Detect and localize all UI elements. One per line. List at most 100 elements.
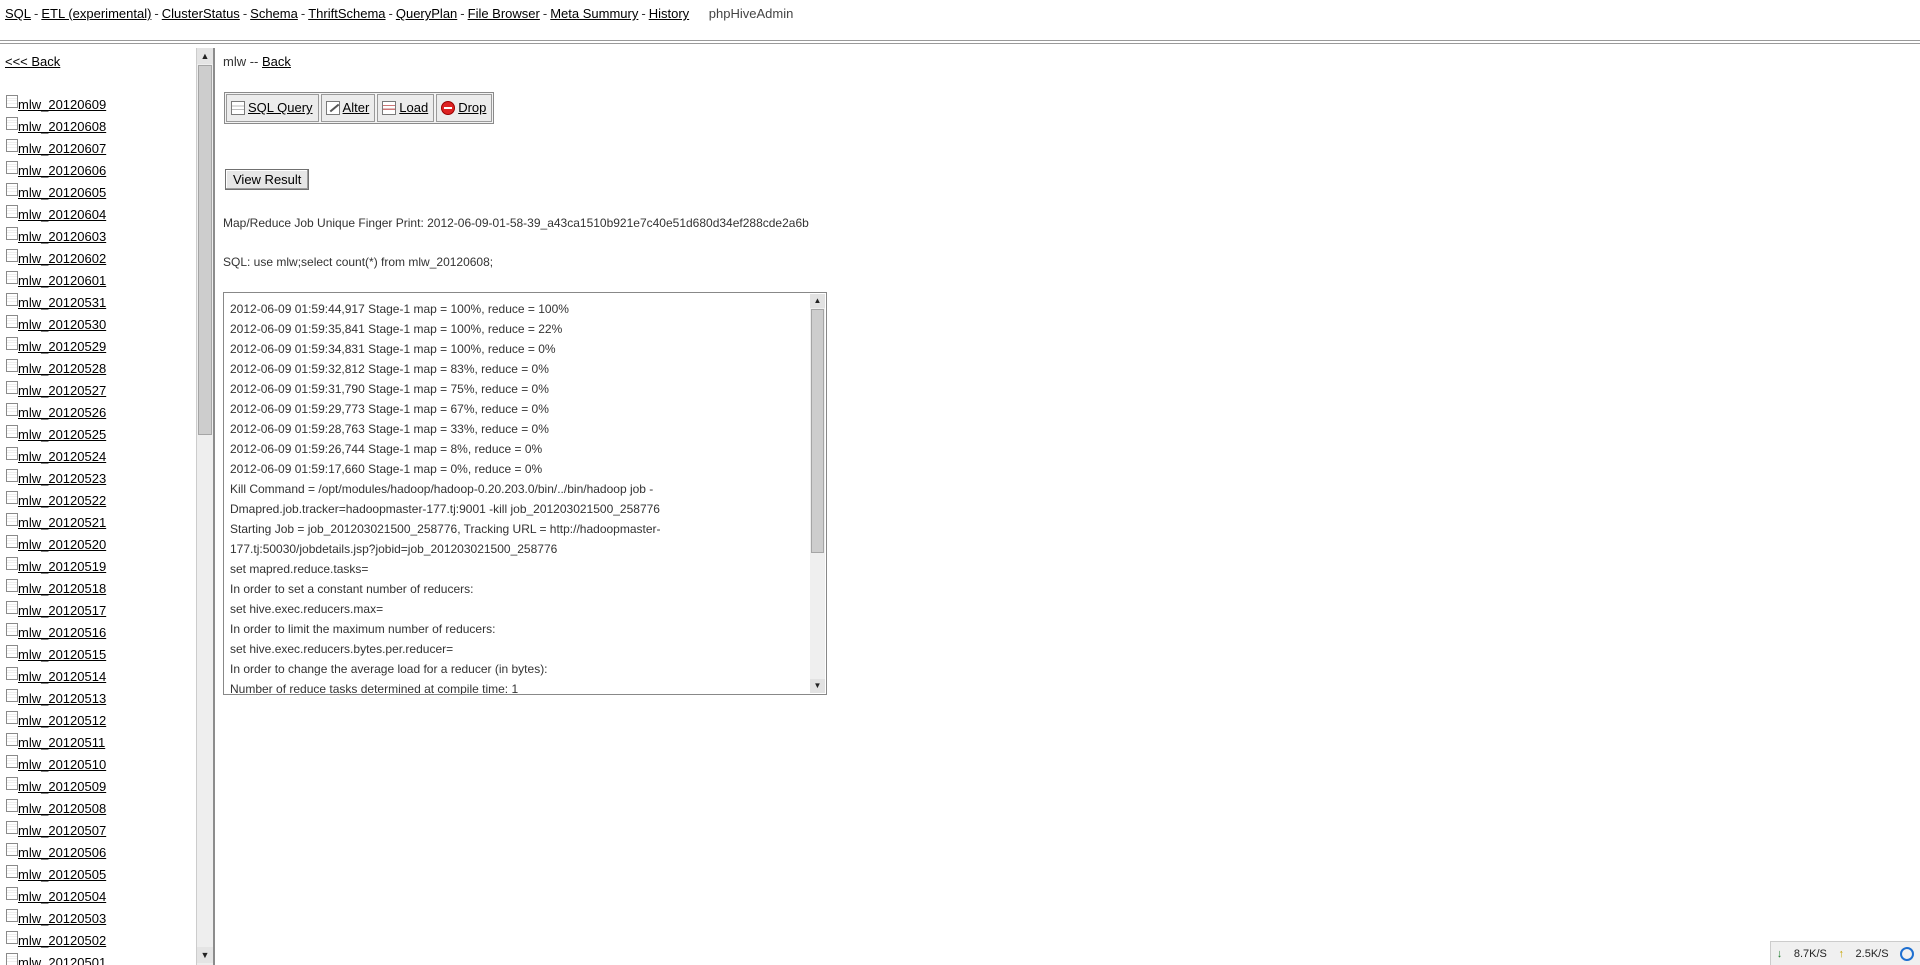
log-line: 2012-06-09 01:59:32,812 Stage-1 map = 83… <box>230 362 549 376</box>
log-scrollbar[interactable]: ▲ ▼ <box>810 294 825 693</box>
sidebar-scrollbar[interactable]: ▲ ▼ <box>196 48 213 965</box>
table-link[interactable]: mlw_20120529 <box>18 339 106 354</box>
nav-link-etl[interactable]: ETL (experimental) <box>41 6 151 21</box>
table-link[interactable]: mlw_20120526 <box>18 405 106 420</box>
table-link[interactable]: mlw_20120505 <box>18 867 106 882</box>
table-icon <box>6 425 18 438</box>
table-link[interactable]: mlw_20120605 <box>18 185 106 200</box>
table-list-item: mlw_20120515 <box>6 644 106 666</box>
breadcrumb: mlw -- Back <box>223 54 291 69</box>
table-link[interactable]: mlw_20120512 <box>18 713 106 728</box>
table-list-item: mlw_20120608 <box>6 116 106 138</box>
table-list-item: mlw_20120607 <box>6 138 106 160</box>
breadcrumb-back-link[interactable]: Back <box>262 54 291 69</box>
nav-link-cluster-status[interactable]: ClusterStatus <box>162 6 240 21</box>
table-link[interactable]: mlw_20120607 <box>18 141 106 156</box>
table-link[interactable]: mlw_20120502 <box>18 933 106 948</box>
table-link[interactable]: mlw_20120507 <box>18 823 106 838</box>
drop-button[interactable]: Drop <box>436 94 493 122</box>
table-link[interactable]: mlw_20120522 <box>18 493 106 508</box>
scroll-up-arrow-icon[interactable]: ▲ <box>810 294 825 308</box>
table-link[interactable]: mlw_20120501 <box>18 955 106 965</box>
scrollbar-thumb[interactable] <box>198 65 212 435</box>
drop-link[interactable]: Drop <box>458 95 486 121</box>
sidebar-back-link[interactable]: <<< Back <box>5 54 60 69</box>
table-link[interactable]: mlw_20120525 <box>18 427 106 442</box>
table-link[interactable]: mlw_20120531 <box>18 295 106 310</box>
scroll-up-arrow-icon[interactable]: ▲ <box>197 48 213 64</box>
table-link[interactable]: mlw_20120604 <box>18 207 106 222</box>
log-line: set hive.exec.reducers.bytes.per.reducer… <box>230 642 454 656</box>
table-link[interactable]: mlw_20120503 <box>18 911 106 926</box>
table-link[interactable]: mlw_20120603 <box>18 229 106 244</box>
table-link[interactable]: mlw_20120527 <box>18 383 106 398</box>
table-icon <box>6 667 18 680</box>
table-link[interactable]: mlw_20120509 <box>18 779 106 794</box>
download-arrow-icon: ↓ <box>1776 947 1783 960</box>
table-list-item: mlw_20120609 <box>6 94 106 116</box>
table-link[interactable]: mlw_20120508 <box>18 801 106 816</box>
nav-link-schema[interactable]: Schema <box>250 6 298 21</box>
table-link[interactable]: mlw_20120601 <box>18 273 106 288</box>
sql-query-link[interactable]: SQL Query <box>248 95 313 121</box>
table-link[interactable]: mlw_20120519 <box>18 559 106 574</box>
load-button[interactable]: Load <box>377 94 435 122</box>
table-link[interactable]: mlw_20120523 <box>18 471 106 486</box>
table-link[interactable]: mlw_20120608 <box>18 119 106 134</box>
sql-query-button[interactable]: SQL Query <box>226 94 319 122</box>
nav-link-file-browser[interactable]: File Browser <box>468 6 540 21</box>
stop-icon <box>441 101 456 115</box>
table-link[interactable]: mlw_20120524 <box>18 449 106 464</box>
table-link[interactable]: mlw_20120530 <box>18 317 106 332</box>
table-link[interactable]: mlw_20120517 <box>18 603 106 618</box>
table-link[interactable]: mlw_20120528 <box>18 361 106 376</box>
nav-link-thrift-schema[interactable]: ThriftSchema <box>308 6 385 21</box>
table-icon <box>6 403 18 416</box>
table-icon <box>6 843 18 856</box>
table-link[interactable]: mlw_20120510 <box>18 757 106 772</box>
table-list-item: mlw_20120517 <box>6 600 106 622</box>
table-list-item: mlw_20120524 <box>6 446 106 468</box>
load-link[interactable]: Load <box>399 95 428 121</box>
table-link[interactable]: mlw_20120515 <box>18 647 106 662</box>
table-link[interactable]: mlw_20120520 <box>18 537 106 552</box>
table-link[interactable]: mlw_20120516 <box>18 625 106 640</box>
sql-statement: SQL: use mlw;select count(*) from mlw_20… <box>223 255 494 269</box>
table-link[interactable]: mlw_20120521 <box>18 515 106 530</box>
nav-link-sql[interactable]: SQL <box>5 6 31 21</box>
nav-link-query-plan[interactable]: QueryPlan <box>396 6 457 21</box>
job-log-box[interactable]: 2012-06-09 01:59:44,917 Stage-1 map = 10… <box>223 292 827 695</box>
table-link[interactable]: mlw_20120602 <box>18 251 106 266</box>
scroll-down-arrow-icon[interactable]: ▼ <box>197 947 213 963</box>
table-icon <box>6 645 18 658</box>
nav-separator: - <box>542 6 548 21</box>
job-fingerprint: Map/Reduce Job Unique Finger Print: 2012… <box>223 216 809 230</box>
scrollbar-thumb[interactable] <box>811 309 824 553</box>
nav-link-history[interactable]: History <box>649 6 689 21</box>
nav-separator: - <box>242 6 248 21</box>
log-line: Number of reduce tasks determined at com… <box>230 682 519 695</box>
top-navigation: SQL - ETL (experimental) - ClusterStatus - Sch… <box>0 0 1920 44</box>
table-list-item: mlw_20120514 <box>6 666 106 688</box>
table-link[interactable]: mlw_20120518 <box>18 581 106 596</box>
table-link[interactable]: mlw_20120504 <box>18 889 106 904</box>
log-line: set mapred.reduce.tasks= <box>230 562 369 576</box>
table-list-item: mlw_20120521 <box>6 512 106 534</box>
alter-button[interactable]: Alter <box>320 94 376 122</box>
table-link[interactable]: mlw_20120606 <box>18 163 106 178</box>
alter-link[interactable]: Alter <box>343 95 370 121</box>
scroll-down-arrow-icon[interactable]: ▼ <box>810 679 825 693</box>
table-link[interactable]: mlw_20120513 <box>18 691 106 706</box>
table-list: mlw_20120609 mlw_20120608 mlw_20120607 mlw_… <box>6 94 106 965</box>
table-link[interactable]: mlw_20120511 <box>18 735 105 750</box>
view-result-button[interactable]: View Result <box>225 169 310 190</box>
table-link[interactable]: mlw_20120514 <box>18 669 106 684</box>
table-link[interactable]: mlw_20120609 <box>18 97 106 112</box>
nav-link-meta-summary[interactable]: Meta Summury <box>550 6 638 21</box>
table-list-item: mlw_20120601 <box>6 270 106 292</box>
table-icon <box>6 909 18 922</box>
log-line: Dmapred.job.tracker=hadoopmaster-177.tj:… <box>230 502 660 516</box>
table-link[interactable]: mlw_20120506 <box>18 845 106 860</box>
table-list-item: mlw_20120519 <box>6 556 106 578</box>
table-icon <box>6 931 18 944</box>
